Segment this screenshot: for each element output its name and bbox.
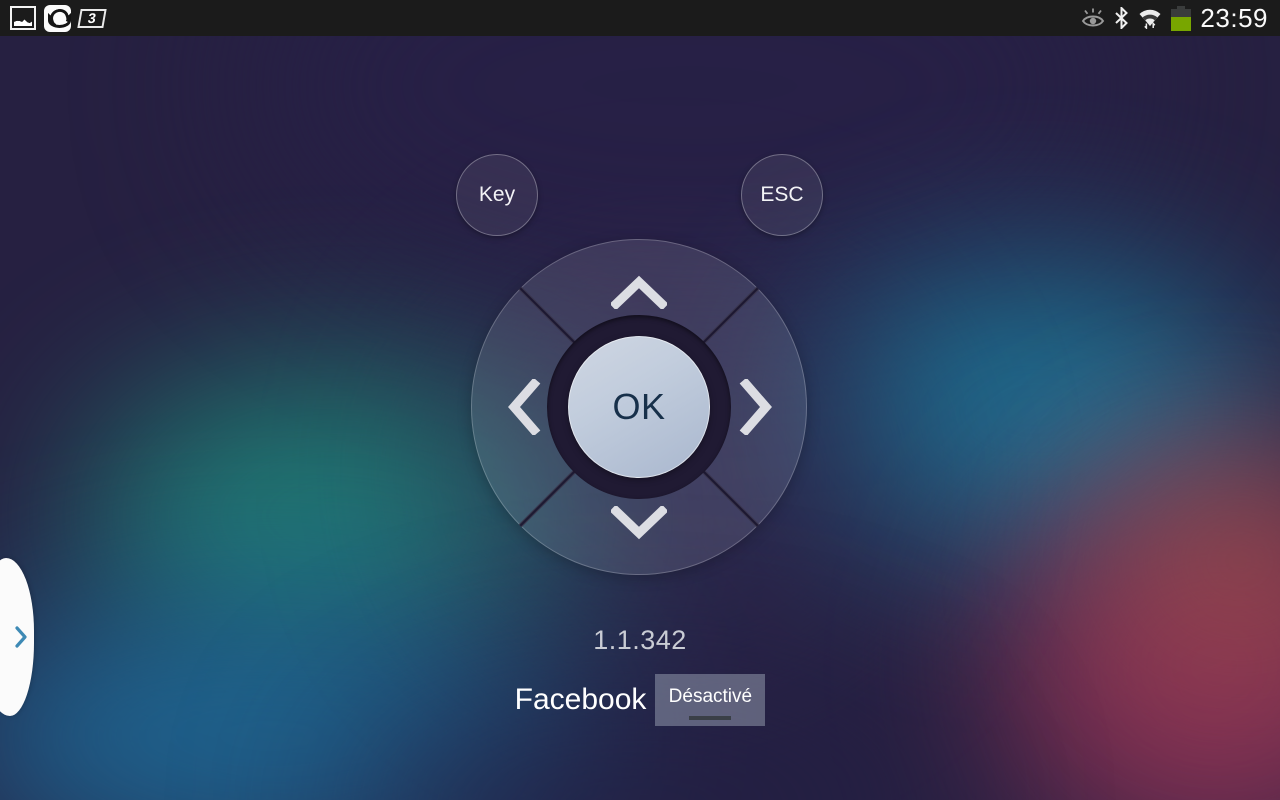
chevron-right-icon (739, 379, 772, 435)
setting-row: Facebook Désactivé (0, 674, 1280, 726)
device-screen: Key ESC OK 1.1.342 Facebook Désactivé 3 … (0, 0, 1280, 800)
ok-button-label: OK (612, 386, 666, 427)
battery-body (1171, 8, 1192, 31)
smart-stay-eye-icon (1082, 8, 1105, 27)
setting-label: Facebook (514, 683, 647, 716)
facebook-state-spinner[interactable]: Désactivé (655, 674, 766, 726)
gallery-icon (10, 6, 36, 30)
status-bar-system: 23:59 (1081, 0, 1268, 36)
key-button-label: Key (478, 183, 516, 206)
esc-button[interactable]: ESC (741, 154, 823, 236)
ok-button[interactable]: OK (568, 336, 710, 478)
bluetooth-icon (1115, 7, 1129, 29)
chevron-left-icon (507, 379, 540, 435)
facebook-state-value: Désactivé (668, 686, 753, 707)
esc-button-label: ESC (760, 183, 804, 206)
chevron-right-icon (15, 626, 27, 648)
dpad-control[interactable]: OK (471, 239, 807, 575)
spinner-underline (689, 716, 732, 720)
chevron-up-icon (611, 275, 667, 309)
wifi-icon (1139, 9, 1161, 29)
version-text: 1.1.342 (593, 625, 687, 655)
key-button[interactable]: Key (456, 154, 538, 236)
status-bar-notifications: 3 (10, 0, 107, 36)
battery-icon (1171, 5, 1192, 31)
chevron-down-icon (611, 505, 667, 539)
status-bar[interactable]: 3 23:59 (0, 0, 1280, 36)
status-bar-clock: 23:59 (1200, 3, 1268, 33)
battery-fill (1171, 17, 1192, 31)
count-badge-icon: 3 (77, 8, 107, 28)
app-icon (44, 4, 71, 32)
